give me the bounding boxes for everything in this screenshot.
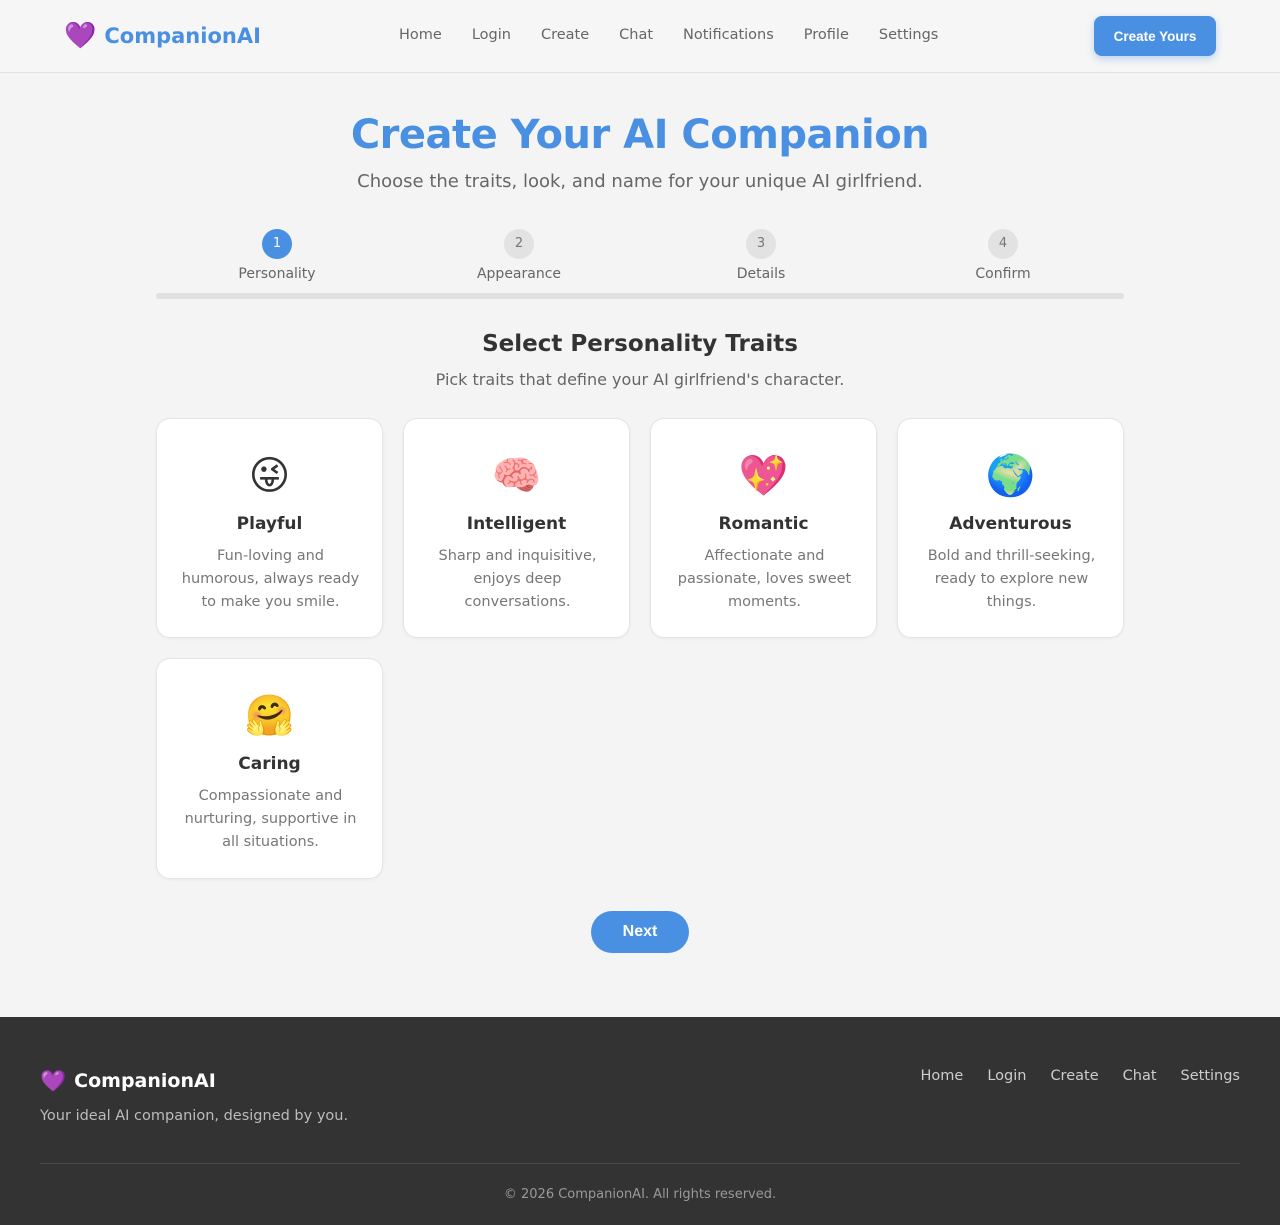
nav-link-home[interactable]: Home	[399, 27, 442, 43]
trait-card-adventurous[interactable]: 🌍 Adventurous Bold and thrill-seeking, r…	[897, 418, 1124, 638]
create-yours-button[interactable]: Create Yours	[1094, 16, 1216, 56]
trait-card-romantic[interactable]: 💖 Romantic Affectionate and passionate, …	[650, 418, 877, 638]
trait-card-playful[interactable]: 😜 Playful Fun-loving and humorous, alway…	[156, 418, 383, 638]
footer-link-home[interactable]: Home	[920, 1068, 963, 1084]
site-header: 💜 CompanionAI Home Login Create Chat Not…	[0, 0, 1280, 73]
trait-title: Playful	[236, 514, 303, 534]
copyright: © 2026 CompanionAI. All rights reserved.	[503, 1187, 777, 1202]
purple-heart-icon: 💜	[40, 1069, 67, 1093]
trait-description: Affectionate and passionate, loves sweet…	[677, 548, 852, 610]
step-number: 1	[262, 229, 292, 259]
site-footer: 💜 CompanionAI Your ideal AI companion, d…	[0, 1017, 1280, 1225]
step-indicator: 1 Personality 2 Appearance 3 Details 4 C…	[156, 229, 1124, 299]
trait-description: Sharp and inquisitive, enjoys deep conve…	[438, 548, 597, 610]
footer-brand[interactable]: 💜 CompanionAI	[40, 1069, 216, 1093]
footer-link-login[interactable]: Login	[987, 1068, 1026, 1084]
trait-title: Romantic	[718, 514, 809, 534]
step-label: Confirm	[975, 266, 1031, 282]
nav-link-login[interactable]: Login	[472, 27, 511, 43]
section-subtitle: Pick traits that define your AI girlfrie…	[435, 370, 845, 389]
brain-icon: 🧠	[491, 453, 542, 499]
footer-brand-name: CompanionAI	[74, 1070, 216, 1092]
trait-description: Bold and thrill-seeking, ready to explor…	[927, 548, 1096, 610]
playful-face-icon: 😜	[248, 453, 291, 499]
step-number: 4	[988, 229, 1018, 259]
step-label: Appearance	[476, 266, 562, 282]
trait-title: Intelligent	[466, 514, 567, 534]
progress-bar	[156, 293, 1124, 299]
nav-link-settings[interactable]: Settings	[879, 27, 938, 43]
step-number: 3	[746, 229, 776, 259]
footer-tagline: Your ideal AI companion, designed by you…	[40, 1108, 349, 1124]
trait-card-caring[interactable]: 🤗 Caring Compassionate and nurturing, su…	[156, 658, 383, 879]
main-nav: Home Login Create Chat Notifications Pro…	[399, 27, 938, 43]
page-title: Create Your AI Companion	[350, 112, 930, 158]
step-personality[interactable]: 1 Personality	[156, 229, 398, 282]
step-number: 2	[504, 229, 534, 259]
footer-divider	[40, 1163, 1240, 1164]
footer-link-chat[interactable]: Chat	[1123, 1068, 1157, 1084]
section-title: Select Personality Traits	[482, 331, 798, 357]
trait-title: Adventurous	[949, 514, 1072, 534]
trait-card-intelligent[interactable]: 🧠 Intelligent Sharp and inquisitive, enj…	[403, 418, 630, 638]
brand-logo[interactable]: 💜 CompanionAI	[64, 21, 261, 51]
footer-link-create[interactable]: Create	[1050, 1068, 1098, 1084]
purple-heart-icon: 💜	[64, 21, 97, 51]
footer-nav: Home Login Create Chat Settings	[920, 1068, 1240, 1084]
trait-description: Compassionate and nurturing, supportive …	[184, 788, 357, 850]
nav-link-create[interactable]: Create	[541, 27, 589, 43]
page-subtitle: Choose the traits, look, and name for yo…	[357, 171, 923, 192]
step-details[interactable]: 3 Details	[640, 229, 882, 282]
trait-description: Fun-loving and humorous, always ready to…	[181, 548, 360, 610]
step-label: Details	[736, 266, 786, 282]
trait-title: Caring	[238, 754, 301, 774]
footer-link-settings[interactable]: Settings	[1181, 1068, 1240, 1084]
nav-link-profile[interactable]: Profile	[804, 27, 849, 43]
step-label: Personality	[238, 266, 316, 282]
next-button[interactable]: Next	[591, 911, 689, 953]
nav-link-chat[interactable]: Chat	[619, 27, 653, 43]
step-confirm[interactable]: 4 Confirm	[882, 229, 1124, 282]
brand-name: CompanionAI	[104, 24, 261, 48]
nav-link-notifications[interactable]: Notifications	[683, 27, 774, 43]
globe-icon: 🌍	[985, 453, 1036, 499]
sparkling-heart-icon: 💖	[738, 453, 789, 499]
step-appearance[interactable]: 2 Appearance	[398, 229, 640, 282]
hugging-face-icon: 🤗	[244, 693, 295, 739]
